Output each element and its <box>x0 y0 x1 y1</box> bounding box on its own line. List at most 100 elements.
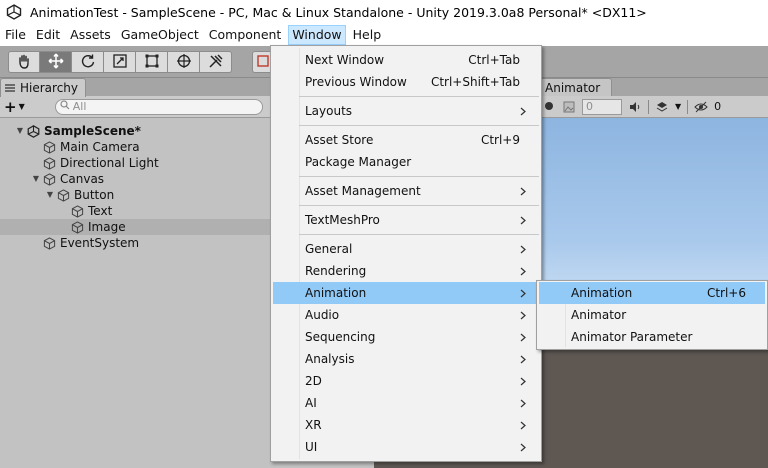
scene-ground <box>540 350 768 468</box>
menu-item-label: Asset Store <box>305 133 374 147</box>
transform-tool-button[interactable] <box>168 51 200 73</box>
hierarchy-item-button[interactable]: ▼ Button <box>0 187 270 203</box>
menu-item-label: Animator <box>571 308 627 322</box>
gameobject-cube-icon <box>70 204 84 218</box>
menu-item-ai[interactable]: AI <box>273 392 539 414</box>
audio-icon[interactable] <box>628 100 642 114</box>
image-icon[interactable] <box>562 100 576 114</box>
menu-item-layouts[interactable]: Layouts <box>273 100 539 122</box>
menu-bar: File Edit Assets GameObject Component Wi… <box>0 24 768 46</box>
hierarchy-tabbar: Hierarchy <box>0 78 270 97</box>
button-expand-icon[interactable]: ▼ <box>44 187 56 203</box>
submenu-item-animator[interactable]: Animator <box>539 304 765 326</box>
unity-logo-icon <box>4 2 24 22</box>
menu-assets[interactable]: Assets <box>67 25 114 45</box>
menu-item-rendering[interactable]: Rendering <box>273 260 539 282</box>
hidden-objects-icon[interactable] <box>694 100 708 114</box>
menu-window[interactable]: Window <box>288 25 346 45</box>
toolbar-separator <box>687 99 689 114</box>
submenu-arrow-icon <box>519 186 527 196</box>
scene-row[interactable]: ▼ SampleScene* <box>0 123 270 139</box>
menu-item-2d[interactable]: 2D <box>273 370 539 392</box>
hierarchy-item-directional-light[interactable]: Directional Light <box>0 155 270 171</box>
menu-item-general[interactable]: General <box>273 238 539 260</box>
hierarchy-item-image[interactable]: Image <box>0 219 270 235</box>
move-tool-button[interactable] <box>40 51 72 73</box>
create-dropdown-icon[interactable]: ▼ <box>19 102 25 111</box>
hierarchy-panel: Hierarchy + ▼ All ▼ SampleScene* Main Ca… <box>0 78 270 468</box>
submenu-arrow-icon <box>519 310 527 320</box>
menu-separator <box>299 125 539 126</box>
custom-tool-button[interactable] <box>200 51 232 73</box>
scene-expand-icon[interactable]: ▼ <box>14 123 26 139</box>
submenu-arrow-icon <box>519 288 527 298</box>
menu-item-label: 2D <box>305 374 322 388</box>
menu-item-sequencing[interactable]: Sequencing <box>273 326 539 348</box>
lighting-toggle-icon[interactable] <box>542 100 556 114</box>
menu-edit[interactable]: Edit <box>33 25 63 45</box>
gameobject-cube-icon <box>70 220 84 234</box>
menu-help[interactable]: Help <box>350 25 385 45</box>
hierarchy-search-input[interactable]: All <box>54 98 263 115</box>
hierarchy-item-main-camera[interactable]: Main Camera <box>0 139 270 155</box>
rect-tool-icon <box>144 53 160 72</box>
scale-tool-button[interactable] <box>104 51 136 73</box>
effects-icon[interactable] <box>655 100 669 114</box>
menu-item-label: Audio <box>305 308 340 322</box>
menu-separator <box>299 176 539 177</box>
submenu-item-animator-parameter[interactable]: Animator Parameter <box>539 326 765 348</box>
tab-animator[interactable]: Animator <box>540 78 612 97</box>
hierarchy-item-label: Button <box>74 188 115 202</box>
canvas-expand-icon[interactable]: ▼ <box>30 171 42 187</box>
create-plus-icon[interactable]: + <box>4 98 17 116</box>
menu-separator <box>299 234 539 235</box>
hierarchy-item-label: Canvas <box>60 172 105 186</box>
hierarchy-item-label: Directional Light <box>60 156 159 170</box>
menu-gameobject[interactable]: GameObject <box>118 25 202 45</box>
tab-hierarchy[interactable]: Hierarchy <box>0 78 86 97</box>
menu-item-label: AI <box>305 396 317 410</box>
menu-item-label: Layouts <box>305 104 353 118</box>
scene-number-field[interactable]: 0 <box>582 98 622 115</box>
menu-item-label: Previous Window <box>305 75 407 89</box>
scene-name: SampleScene* <box>44 124 141 138</box>
menu-component[interactable]: Component <box>206 25 285 45</box>
menu-item-label: Sequencing <box>305 330 376 344</box>
menu-item-xr[interactable]: XR <box>273 414 539 436</box>
menu-item-label: Animation <box>305 286 367 300</box>
hierarchy-item-eventsystem[interactable]: EventSystem <box>0 235 270 251</box>
menu-item-package-manager[interactable]: Package Manager <box>273 151 539 173</box>
submenu-arrow-icon <box>519 332 527 342</box>
menu-item-asset-management[interactable]: Asset Management <box>273 180 539 202</box>
scene-tabbar: Animator <box>540 78 768 97</box>
submenu-arrow-icon <box>519 215 527 225</box>
submenu-item-animation[interactable]: Animation Ctrl+6 <box>539 282 765 304</box>
menu-item-previous-window[interactable]: Previous Window Ctrl+Shift+Tab <box>273 71 539 93</box>
menu-item-shortcut: Ctrl+6 <box>706 286 746 300</box>
menu-file[interactable]: File <box>2 25 29 45</box>
menu-item-animation[interactable]: Animation <box>273 282 539 304</box>
hierarchy-item-label: Text <box>88 204 113 218</box>
menu-item-next-window[interactable]: Next Window Ctrl+Tab <box>273 49 539 71</box>
menu-item-analysis[interactable]: Analysis <box>273 348 539 370</box>
rotate-tool-icon <box>80 53 96 72</box>
hidden-objects-count: 0 <box>714 100 722 113</box>
submenu-arrow-icon <box>519 398 527 408</box>
hand-tool-button[interactable] <box>8 51 40 73</box>
menu-item-label: Animator Parameter <box>571 330 693 344</box>
menu-item-audio[interactable]: Audio <box>273 304 539 326</box>
hierarchy-item-label: EventSystem <box>60 236 140 250</box>
rect-transform-icon <box>256 54 270 71</box>
hierarchy-item-text[interactable]: Text <box>0 203 270 219</box>
menu-item-textmeshpro[interactable]: TextMeshPro <box>273 209 539 231</box>
effects-dropdown-icon[interactable]: ▼ <box>675 102 681 111</box>
hierarchy-search-row: + ▼ All <box>0 96 270 118</box>
rotate-tool-button[interactable] <box>72 51 104 73</box>
menu-item-ui[interactable]: UI <box>273 436 539 458</box>
move-tool-icon <box>48 53 64 72</box>
submenu-arrow-icon <box>519 106 527 116</box>
hierarchy-item-canvas[interactable]: ▼ Canvas <box>0 171 270 187</box>
menu-item-label: UI <box>305 440 318 454</box>
rect-tool-button[interactable] <box>136 51 168 73</box>
menu-item-asset-store[interactable]: Asset Store Ctrl+9 <box>273 129 539 151</box>
